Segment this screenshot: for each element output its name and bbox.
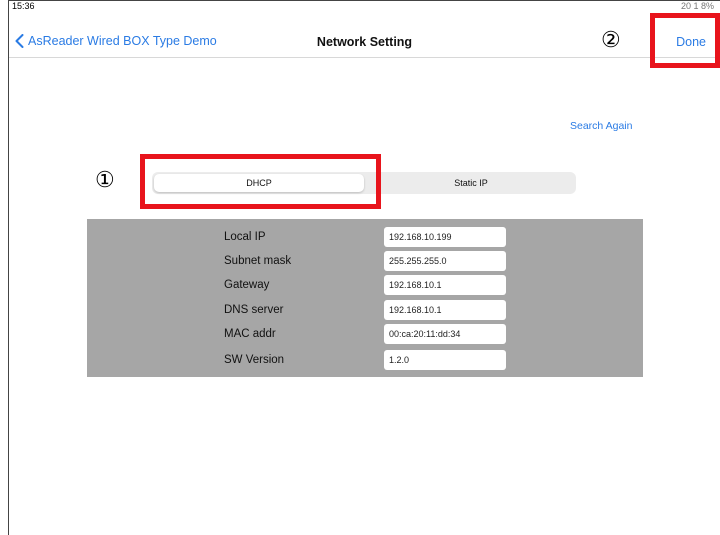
setting-value-field[interactable]: 00:ca:20:11:dd:34 (384, 324, 506, 344)
setting-value-field[interactable]: 192.168.10.1 (384, 300, 506, 320)
annotation-highlight-dhcp (140, 154, 381, 209)
setting-label: SW Version (224, 354, 285, 366)
setting-row-subnet-mask: Subnet mask 255.255.255.0 (87, 251, 643, 273)
segment-static-ip[interactable]: Static IP (366, 172, 576, 194)
setting-row-mac-addr: MAC addr 00:ca:20:11:dd:34 (87, 324, 643, 346)
setting-row-dns-server: DNS server 192.168.10.1 (87, 300, 643, 322)
status-battery: 20 1 8% (680, 1, 714, 11)
setting-row-local-ip: Local IP 192.168.10.199 (87, 227, 643, 249)
annotation-marker-1: ① (95, 168, 115, 193)
setting-value-field[interactable]: 255.255.255.0 (384, 251, 506, 271)
setting-value-field[interactable]: 192.168.10.199 (384, 227, 506, 247)
annotation-highlight-done (650, 13, 720, 68)
search-again-button[interactable]: Search Again (570, 120, 632, 132)
setting-value-field[interactable]: 192.168.10.1 (384, 275, 506, 295)
setting-row-sw-version: SW Version 1.2.0 (87, 350, 643, 372)
annotation-marker-2: ② (601, 28, 621, 53)
status-time: 15:36 (12, 1, 35, 11)
setting-label: DNS server (224, 304, 284, 316)
setting-value-field[interactable]: 1.2.0 (384, 350, 506, 370)
setting-label: Local IP (224, 231, 266, 243)
setting-label: MAC addr (224, 328, 276, 340)
network-info-panel: Local IP 192.168.10.199 Subnet mask 255.… (87, 219, 643, 377)
setting-row-gateway: Gateway 192.168.10.1 (87, 275, 643, 297)
setting-label: Subnet mask (224, 255, 292, 267)
setting-label: Gateway (224, 279, 270, 291)
